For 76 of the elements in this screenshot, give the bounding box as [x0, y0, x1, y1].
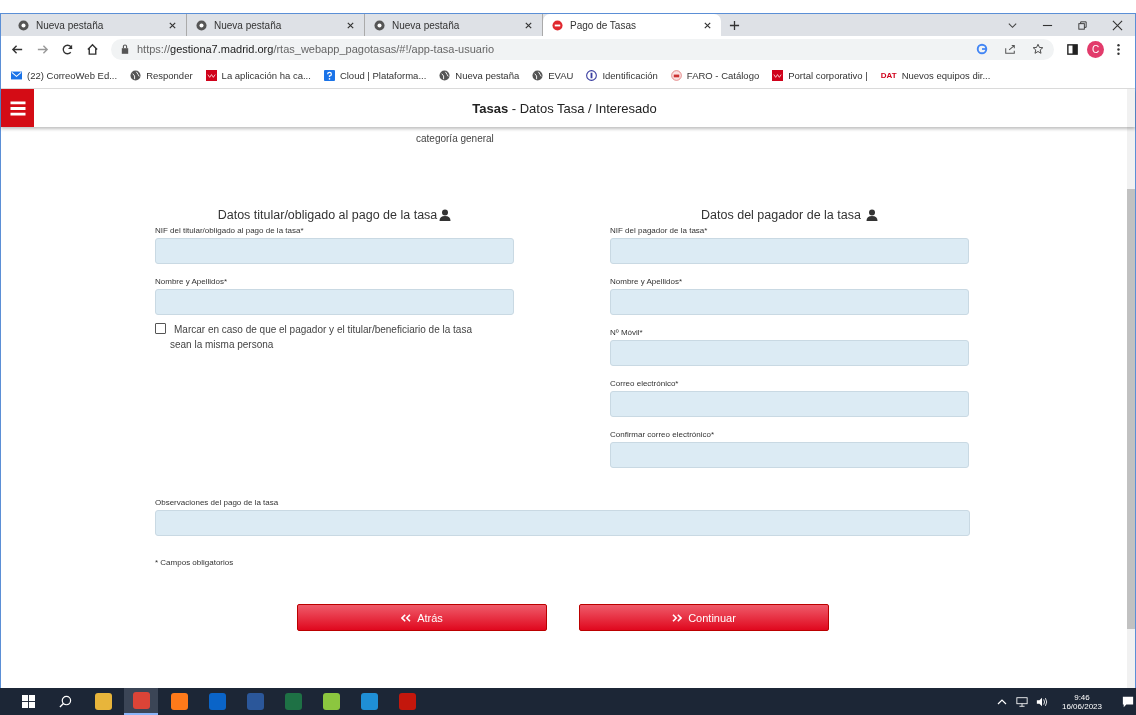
double-chevron-left-icon [401, 613, 412, 622]
clock-date: 16/06/2023 [1061, 701, 1102, 711]
star-icon[interactable] [1032, 43, 1044, 55]
section-heading: Datos del pagador de la tasa [701, 208, 861, 222]
close-icon[interactable] [346, 20, 355, 30]
input-field[interactable] [610, 238, 969, 264]
person-icon [439, 209, 452, 221]
home-icon[interactable] [86, 42, 99, 56]
site-logo-icon [205, 69, 217, 81]
bookmark-item[interactable]: FARO - Catálogo [670, 69, 760, 81]
profile-avatar[interactable]: C [1087, 40, 1104, 58]
url-text: https://gestiona7.madrid.org/rtas_webapp_pagotasas/#!/app-tasa-usuario [137, 43, 495, 55]
bookmark-item[interactable]: EVAU [532, 69, 574, 81]
bookmark-item[interactable]: Identificación [586, 69, 658, 81]
windows-start-icon[interactable] [22, 695, 35, 708]
page-title: Tasas - Datos Tasa / Interesado [471, 100, 658, 116]
field-label: NIF del pagador de la tasa* [610, 226, 709, 235]
bookmark-item[interactable]: Nueva pestaña [439, 69, 520, 81]
field-label: Nombre y Apellidos* [155, 277, 229, 286]
field-label: Confirmar correo electrónico* [610, 430, 716, 439]
restore-icon[interactable] [1077, 19, 1088, 31]
option-label: categoría general [416, 133, 495, 144]
browser-tab[interactable]: Pago de Tasas [543, 14, 721, 36]
input-field[interactable] [155, 510, 970, 536]
continue-button[interactable]: Continuar [579, 604, 829, 631]
close-icon[interactable] [1112, 19, 1123, 31]
field-label: NIF del titular/obligado al pago de la tasa* [155, 226, 305, 235]
field-label: Nombre y Apellidos* [610, 277, 684, 286]
speaker-icon[interactable] [1035, 695, 1048, 708]
close-icon[interactable] [703, 20, 712, 30]
field-label: Observaciones del pago de la tasa [155, 498, 280, 507]
input-field[interactable] [610, 289, 969, 315]
notification-icon[interactable] [1122, 695, 1134, 708]
new-tab-icon[interactable] [729, 19, 740, 31]
browser-tab[interactable]: Nueva pestaña [187, 14, 365, 36]
menu-button[interactable] [1, 89, 34, 127]
field-label: Correo electrónico* [610, 379, 680, 388]
side-panel-icon[interactable] [1066, 42, 1079, 56]
bookmark-item[interactable]: Cloud | Plataforma... [323, 69, 427, 81]
checkbox[interactable] [155, 323, 166, 334]
field-label: Nº Móvil* [610, 328, 644, 337]
input-field[interactable] [155, 289, 514, 315]
address-field[interactable]: https://gestiona7.madrid.org/rtas_webapp_pagotasas/#!/app-tasa-usuario [111, 38, 1054, 60]
google-icon[interactable] [976, 43, 988, 55]
bookmark-item[interactable]: DAT Nuevos equipos dir... [880, 69, 991, 81]
bookmark-item[interactable]: La aplicación ha ca... [205, 69, 311, 81]
help-icon [323, 69, 335, 81]
share-icon[interactable] [1004, 43, 1016, 55]
logo-text: DAT [880, 70, 897, 80]
checkbox-label: Marcar en caso de que el pagador y el titular/beneficiario de la tasa sean la misma persona [170, 323, 473, 352]
menu-icon [8, 100, 27, 116]
input-field[interactable] [610, 340, 969, 366]
person-icon [865, 209, 878, 221]
search-icon[interactable] [59, 695, 72, 708]
close-icon[interactable] [168, 20, 177, 30]
bookmark-item[interactable]: Responder [130, 69, 193, 81]
close-icon[interactable] [524, 20, 533, 30]
site-logo-icon [772, 69, 784, 81]
site-logo-icon [552, 19, 563, 31]
bookmark-item[interactable]: Portal corporativo | [772, 69, 868, 81]
taskbar-app[interactable] [124, 688, 158, 715]
browser-tab[interactable]: Nueva pestaña [9, 14, 187, 36]
reload-icon[interactable] [61, 42, 74, 56]
required-note: * Campos obligatorios [155, 558, 235, 567]
mail-icon [11, 69, 22, 81]
input-field[interactable] [610, 391, 969, 417]
back-button[interactable]: Atrás [297, 604, 547, 631]
input-field[interactable] [610, 442, 969, 468]
emblem-icon [586, 69, 598, 81]
double-chevron-right-icon [672, 613, 683, 622]
clock-time: 9:46 [1074, 692, 1090, 702]
network-icon[interactable] [1015, 695, 1028, 708]
input-field[interactable] [155, 238, 514, 264]
lock-icon [121, 44, 129, 54]
bookmark-item[interactable]: (22) CorreoWeb Ed... [11, 69, 118, 81]
section-heading: Datos titular/obligado al pago de la tasa [217, 208, 438, 222]
